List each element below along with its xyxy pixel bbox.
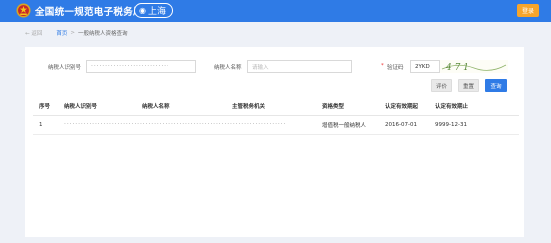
taxpayer-id-value: · · · · · · · · · · · · · · · · · · · · … bbox=[91, 63, 169, 70]
col-qualification-type: 资格类型 bbox=[316, 98, 379, 116]
col-tax-authority: 主管税务机关 bbox=[226, 98, 316, 116]
masked-info: · · · · · · · · · · · · · · · · · · · · … bbox=[64, 121, 285, 128]
col-index: 序号 bbox=[33, 98, 58, 116]
captcha-input[interactable]: 2YKD bbox=[410, 60, 440, 73]
evaluate-button[interactable]: 评价 bbox=[431, 79, 452, 92]
taxpayer-id-label: 纳税人识别号 bbox=[48, 65, 82, 71]
taxpayer-name-placeholder: 请输入 bbox=[252, 64, 269, 71]
table-row: 1 · · · · · · · · · · · · · · · · · · · … bbox=[33, 115, 519, 135]
cell-valid-from: 2016-07-01 bbox=[379, 115, 429, 135]
region-selector[interactable]: ◉ 上海 bbox=[134, 3, 173, 18]
captcha-label: 验证码 bbox=[387, 65, 404, 71]
breadcrumb: ← 返回 首页 > 一般纳税人资格查询 bbox=[25, 27, 128, 38]
back-label: 返回 bbox=[31, 30, 43, 37]
captcha-image-text: 4 7 1 bbox=[445, 63, 469, 73]
query-panel bbox=[25, 47, 524, 237]
region-label: 上海 bbox=[147, 7, 166, 17]
breadcrumb-home[interactable]: 首页 bbox=[56, 29, 67, 37]
taxpayer-name-label: 纳税人名称 bbox=[214, 65, 242, 71]
col-taxpayer-id: 纳税人识别号 bbox=[58, 98, 136, 116]
login-button[interactable]: 登录 bbox=[517, 4, 539, 17]
site-title: 全国统一规范电子税务局 bbox=[35, 7, 143, 18]
table-header-row: 序号 纳税人识别号 纳税人名称 主管税务机关 资格类型 认定有效期起 认定有效期… bbox=[33, 98, 519, 116]
breadcrumb-separator: > bbox=[70, 29, 75, 36]
reset-button[interactable]: 重置 bbox=[458, 79, 479, 92]
result-table: 序号 纳税人识别号 纳税人名称 主管税务机关 资格类型 认定有效期起 认定有效期… bbox=[33, 98, 519, 135]
cell-qualification-type: 增值税一般纳税人 bbox=[316, 115, 379, 135]
required-mark: * bbox=[381, 63, 384, 69]
breadcrumb-current: 一般纳税人资格查询 bbox=[78, 30, 128, 37]
top-header: 全国统一规范电子税务局 ◉ 上海 登录 bbox=[0, 0, 551, 22]
cell-valid-to: 9999-12-31 bbox=[429, 115, 519, 135]
col-taxpayer-name: 纳税人名称 bbox=[136, 98, 226, 116]
query-button[interactable]: 查询 bbox=[485, 79, 507, 92]
back-link[interactable]: ← 返回 bbox=[25, 29, 42, 37]
col-valid-to: 认定有效期止 bbox=[429, 98, 519, 116]
cell-masked-info: · · · · · · · · · · · · · · · · · · · · … bbox=[58, 115, 316, 135]
taxpayer-name-input[interactable]: 请输入 bbox=[247, 60, 352, 73]
col-valid-from: 认定有效期起 bbox=[379, 98, 429, 116]
cell-index: 1 bbox=[33, 115, 58, 135]
captcha-value: 2YKD bbox=[415, 63, 430, 70]
captcha-image[interactable]: 4 7 1 bbox=[440, 60, 508, 73]
tax-emblem-icon bbox=[16, 3, 31, 18]
location-pin-icon: ◉ bbox=[139, 6, 146, 15]
taxpayer-id-input[interactable]: · · · · · · · · · · · · · · · · · · · · … bbox=[86, 60, 196, 73]
